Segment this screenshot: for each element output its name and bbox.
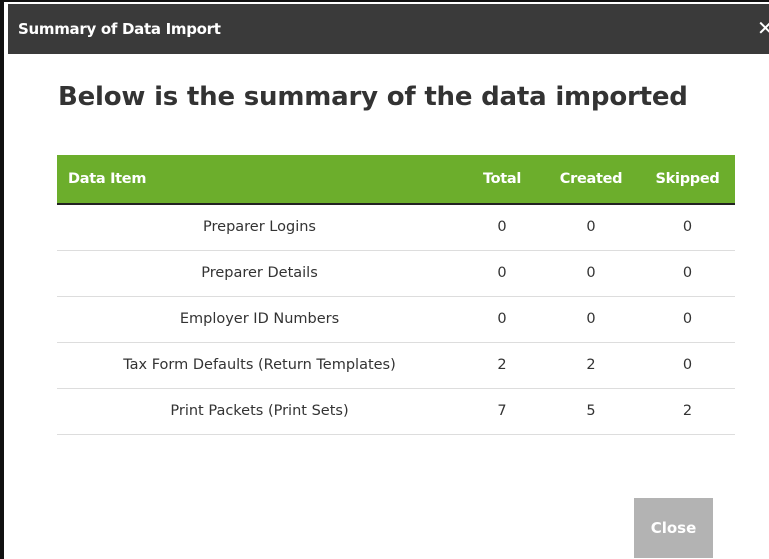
cell-skipped: 2 (682, 403, 693, 419)
header-data-item: Data Item (57, 155, 462, 205)
cell-skipped: 0 (682, 219, 693, 236)
table-row: Employer ID Numbers 0 0 0 (57, 296, 735, 342)
summary-heading: Below is the summary of the data importe… (58, 82, 688, 112)
close-icon[interactable]: ✕ (757, 17, 769, 39)
import-summary-table: Data Item Total Created Skipped Preparer… (57, 155, 735, 435)
cell-skipped: 0 (682, 311, 693, 327)
cell-data-item: Print Packets (Print Sets) (170, 403, 349, 419)
table-row: Print Packets (Print Sets) 7 5 2 (57, 388, 735, 434)
close-button[interactable]: Close (634, 498, 713, 558)
cell-created: 5 (586, 403, 596, 419)
cell-skipped: 0 (682, 265, 693, 281)
cell-data-item: Preparer Logins (203, 219, 316, 236)
cell-total: 0 (497, 311, 507, 327)
cell-total: 7 (497, 403, 507, 419)
cell-data-item: Preparer Details (201, 265, 318, 281)
cell-created: 0 (586, 219, 596, 236)
table-row: Preparer Details 0 0 0 (57, 250, 735, 296)
cell-created: 2 (586, 357, 596, 373)
cell-total: 0 (497, 265, 507, 281)
dialog: Summary of Data Import ✕ Below is the su… (0, 0, 769, 559)
header-skipped: Skipped (640, 155, 735, 205)
cell-data-item: Tax Form Defaults (Return Templates) (123, 357, 396, 373)
cell-created: 0 (586, 265, 596, 281)
cell-data-item: Employer ID Numbers (179, 311, 340, 327)
cell-created: 0 (586, 311, 596, 327)
table-row: Preparer Logins 0 0 0 (57, 204, 735, 250)
header-total: Total (462, 155, 542, 205)
cell-skipped: 0 (682, 357, 693, 373)
table-row: Tax Form Defaults (Return Templates) 2 2… (57, 342, 735, 388)
cell-total: 2 (497, 357, 507, 373)
dialog-title: Summary of Data Import (18, 20, 221, 38)
cell-total: 0 (497, 219, 507, 236)
header-created: Created (542, 155, 640, 205)
dialog-titlebar: Summary of Data Import ✕ (8, 4, 769, 54)
table-header-row: Data Item Total Created Skipped (57, 155, 735, 205)
